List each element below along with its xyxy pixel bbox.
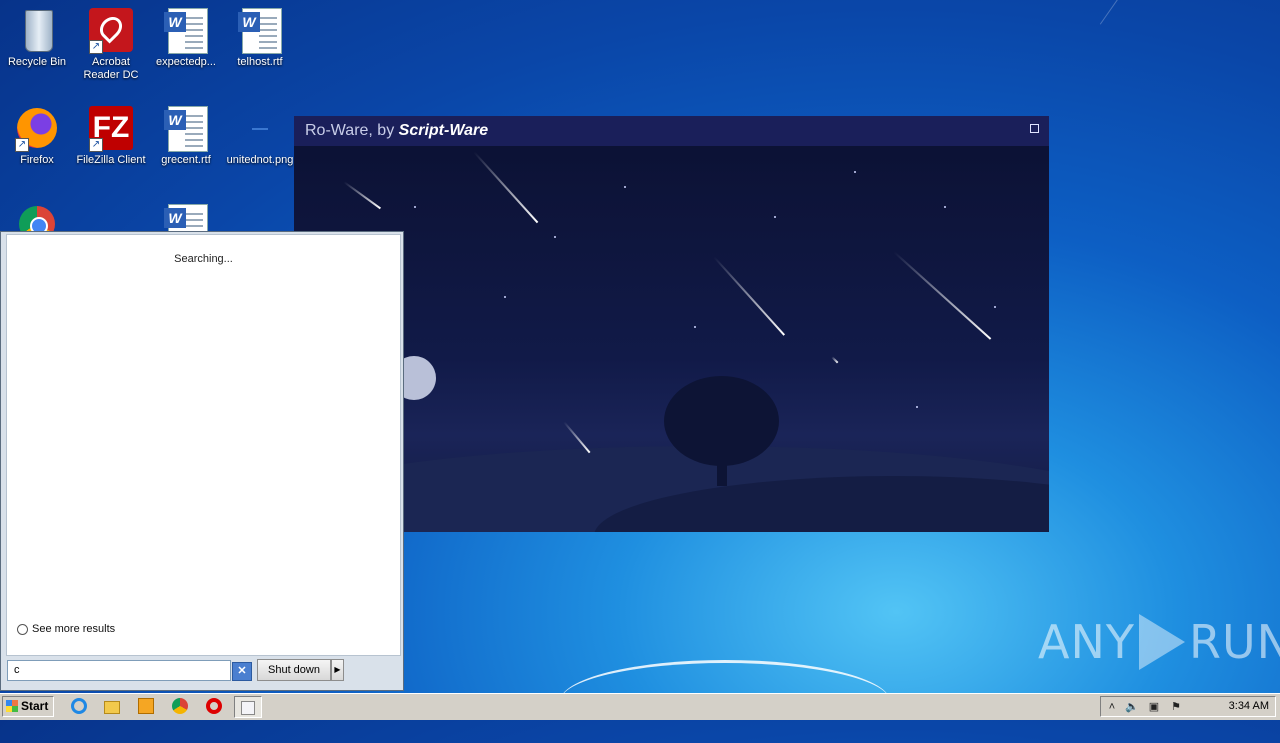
- roware-taskbar-button[interactable]: [234, 696, 262, 718]
- star: [994, 306, 996, 308]
- meteor: [831, 356, 839, 364]
- desktop-swoosh-line: [1099, 0, 1280, 151]
- network-icon[interactable]: ▣: [1147, 700, 1161, 714]
- desktop-icon-label: unitednot.png: [226, 154, 294, 166]
- show-hidden-icons-icon[interactable]: ˄: [1105, 700, 1119, 714]
- start-search-input[interactable]: c: [7, 660, 231, 681]
- play-triangle-icon: [1138, 614, 1185, 670]
- desktop-icon-unitednot[interactable]: unitednot.png: [223, 104, 297, 167]
- search-results-pane: Searching... See more results: [6, 234, 401, 656]
- speaker-icon[interactable]: 🔈: [1125, 700, 1139, 714]
- clear-search-icon[interactable]: ✕: [232, 662, 252, 681]
- anyrun-watermark: ANY RUN: [1038, 614, 1280, 670]
- star: [694, 326, 696, 328]
- system-tray: ˄ 🔈 ▣ ⚑ 3:34 AM: [1100, 696, 1276, 717]
- opera-icon[interactable]: [206, 698, 224, 716]
- star: [554, 236, 556, 238]
- desktop-icon-label: Recycle Bin: [7, 56, 67, 68]
- search-status: Searching...: [174, 253, 233, 265]
- roware-titlebar[interactable]: Ro-Ware, by Script-Ware: [294, 116, 1049, 146]
- star: [504, 296, 506, 298]
- taskbar-clock[interactable]: 3:34 AM: [1229, 700, 1269, 712]
- star: [944, 206, 946, 208]
- word-document-icon: W: [162, 6, 210, 54]
- star: [854, 171, 856, 173]
- desktop-icon-label: expectedp...: [156, 56, 216, 68]
- star: [414, 206, 416, 208]
- shutdown-options-arrow-icon[interactable]: ▶: [331, 659, 344, 681]
- start-button[interactable]: Start: [2, 696, 54, 717]
- shutdown-button[interactable]: Shut down: [257, 659, 331, 681]
- desktop-icon-recycle-bin[interactable]: Recycle Bin: [0, 6, 74, 69]
- desktop-icon-grecent[interactable]: W grecent.rtf: [149, 104, 223, 167]
- roware-night-scene: [294, 146, 1049, 532]
- meteor: [343, 181, 381, 210]
- desktop-icon-label: grecent.rtf: [161, 154, 211, 166]
- roware-app-icon: [241, 701, 255, 715]
- filezilla-icon: FZ ↗: [87, 104, 135, 152]
- star: [624, 186, 626, 188]
- start-menu: Searching... See more results c ✕ Shut d…: [0, 231, 404, 691]
- shortcut-arrow-icon: ↗: [89, 40, 103, 54]
- roware-title: Ro-Ware, by Script-Ware: [305, 122, 489, 139]
- media-player-icon[interactable]: [138, 698, 156, 716]
- desktop-icon-label: Firefox: [20, 154, 54, 166]
- word-document-icon: W: [236, 6, 284, 54]
- internet-explorer-icon[interactable]: [71, 698, 89, 716]
- magnifier-icon: [17, 623, 28, 635]
- desktop-icon-telhost[interactable]: W telhost.rtf: [223, 6, 297, 69]
- desktop-icon-filezilla[interactable]: FZ ↗ FileZilla Client: [74, 104, 148, 167]
- shortcut-arrow-icon: ↗: [89, 138, 103, 152]
- star: [916, 406, 918, 408]
- windows-flag-icon: [6, 700, 18, 712]
- image-file-icon: [236, 104, 284, 152]
- file-explorer-icon[interactable]: [104, 698, 122, 716]
- star: [774, 216, 776, 218]
- desktop-icon-firefox[interactable]: ↗ Firefox: [0, 104, 74, 167]
- action-center-flag-icon[interactable]: ⚑: [1169, 700, 1183, 714]
- meteor: [473, 151, 539, 224]
- recycle-bin-icon: [13, 6, 61, 54]
- word-document-icon: W: [162, 104, 210, 152]
- maximize-button[interactable]: [1030, 124, 1039, 133]
- desktop-icon-label: FileZilla Client: [76, 154, 146, 166]
- see-more-results-link[interactable]: See more results: [17, 623, 115, 635]
- meteor: [893, 251, 992, 340]
- taskbar: Start ˄ 🔈 ▣ ⚑ 3:34 AM: [0, 693, 1280, 720]
- shortcut-arrow-icon: ↗: [15, 138, 29, 152]
- acrobat-icon: ↗: [87, 6, 135, 54]
- chrome-taskbar-icon[interactable]: [172, 698, 190, 716]
- desktop-icon-expectedp[interactable]: W expectedp...: [149, 6, 223, 69]
- roware-window[interactable]: Ro-Ware, by Script-Ware: [294, 116, 1049, 532]
- desktop-icon-acrobat[interactable]: ↗ Acrobat Reader DC: [74, 6, 148, 82]
- tree-trunk: [717, 446, 727, 486]
- desktop-icon-label: Acrobat Reader DC: [83, 56, 139, 81]
- desktop-icon-label: telhost.rtf: [237, 56, 283, 68]
- firefox-icon: ↗: [13, 104, 61, 152]
- meteor: [713, 256, 786, 336]
